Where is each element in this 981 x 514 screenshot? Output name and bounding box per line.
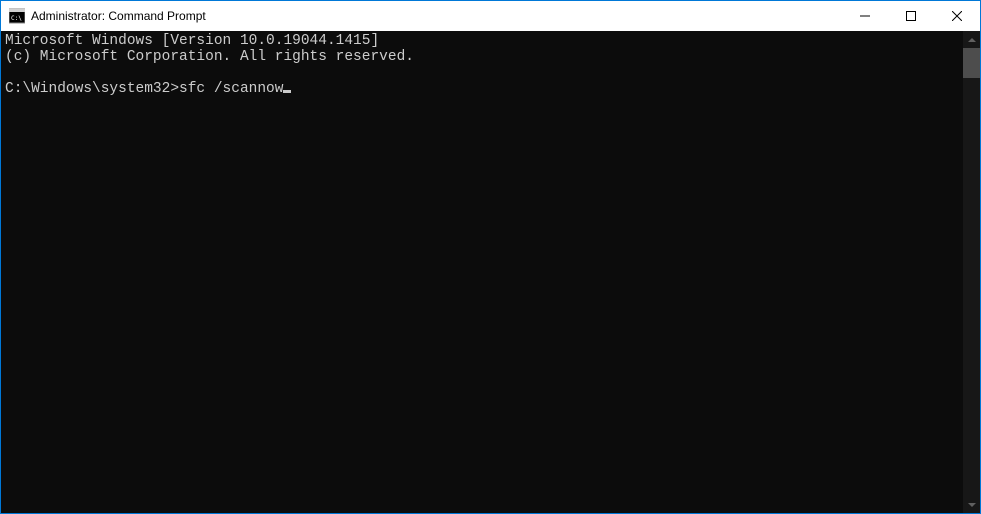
vertical-scrollbar[interactable] [963,31,980,513]
app-icon: C:\ [9,8,25,24]
command-input[interactable]: sfc /scannow [179,81,283,97]
command-prompt-window: C:\ Administrator: Command Prompt Micros… [0,0,981,514]
cursor [283,90,291,93]
scroll-track[interactable] [963,48,980,496]
minimize-button[interactable] [842,1,888,31]
scroll-thumb[interactable] [963,48,980,78]
version-line: Microsoft Windows [Version 10.0.19044.14… [5,33,379,49]
scroll-down-arrow-icon[interactable] [963,496,980,513]
terminal-output[interactable]: Microsoft Windows [Version 10.0.19044.14… [1,31,963,513]
scroll-up-arrow-icon[interactable] [963,31,980,48]
close-button[interactable] [934,1,980,31]
copyright-line: (c) Microsoft Corporation. All rights re… [5,49,414,65]
window-controls [842,1,980,31]
titlebar[interactable]: C:\ Administrator: Command Prompt [1,1,980,31]
prompt-text: C:\Windows\system32> [5,81,179,97]
window-title: Administrator: Command Prompt [31,9,842,23]
content-area: Microsoft Windows [Version 10.0.19044.14… [1,31,980,513]
svg-text:C:\: C:\ [11,15,22,22]
maximize-button[interactable] [888,1,934,31]
